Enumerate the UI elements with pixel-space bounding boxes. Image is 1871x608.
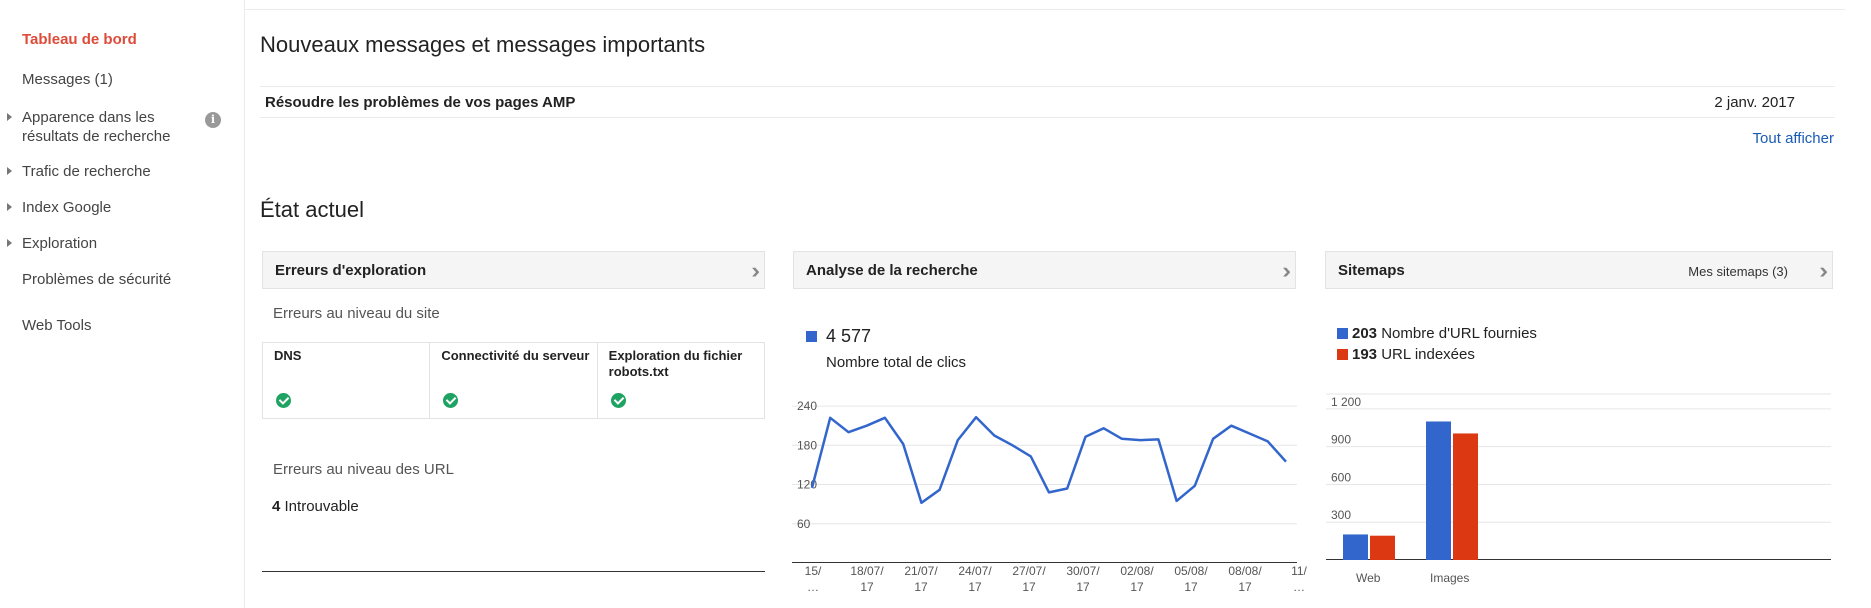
message-title[interactable]: Résoudre les problèmes de vos pages AMP: [265, 94, 575, 111]
x-tick-label: 18/07/ 17: [850, 564, 884, 594]
crawl-errors-card-header[interactable]: Erreurs d'exploration ››: [262, 251, 765, 289]
sidebar-item-web-tools[interactable]: Web Tools: [22, 316, 92, 335]
site-errors-table: DNS Connectivité du serveur Exploration …: [262, 342, 765, 419]
expand-arrow-icon: [7, 167, 12, 175]
site-level-errors-label: Erreurs au niveau du site: [273, 305, 440, 322]
sidebar-item-label: Index Google: [22, 199, 112, 216]
sitemap-bar: [1453, 433, 1478, 560]
indexed-count: 193: [1352, 346, 1378, 363]
search-analytics-card-header[interactable]: Analyse de la recherche ››: [793, 251, 1296, 289]
info-icon[interactable]: i: [205, 112, 221, 128]
sidebar-item-crawl[interactable]: Exploration: [7, 234, 98, 253]
double-chevron-right-icon[interactable]: ››: [751, 258, 759, 284]
sidebar-item-label: Apparence dans les résultats de recherch…: [22, 109, 171, 145]
double-chevron-right-icon[interactable]: ››: [1819, 258, 1827, 284]
y-tick-label: 600: [1331, 470, 1351, 484]
double-chevron-right-icon[interactable]: ››: [1282, 258, 1290, 284]
not-found-label: Introuvable: [284, 498, 359, 515]
clicks-legend-swatch: [806, 331, 817, 342]
total-clicks-label: Nombre total de clics: [826, 354, 967, 371]
y-tick-label: 240: [797, 399, 817, 413]
robots-fetch-cell[interactable]: Exploration du fichier robots.txt: [598, 343, 765, 418]
my-sitemaps-link[interactable]: Mes sitemaps (3): [1688, 264, 1788, 279]
top-divider: [245, 9, 1845, 10]
sitemap-bar: [1426, 421, 1451, 560]
indexed-legend-swatch: [1337, 349, 1348, 360]
check-circle-icon: [443, 393, 459, 408]
category-label: Web: [1356, 571, 1381, 585]
check-circle-icon: [610, 393, 626, 408]
url-level-errors-label: Erreurs au niveau des URL: [273, 461, 454, 478]
column-label: Exploration du fichier robots.txt: [608, 348, 743, 379]
indexed-legend: 193 URL indexées: [1352, 346, 1475, 363]
sidebar-item-search-appearance[interactable]: Apparence dans les résultats de recherch…: [7, 108, 192, 146]
sidebar-item-search-traffic[interactable]: Trafic de recherche: [7, 162, 151, 181]
sidebar-item-google-index[interactable]: Index Google: [7, 198, 112, 217]
card-title: Analyse de la recherche: [806, 262, 978, 279]
y-tick-label: 180: [797, 438, 817, 452]
sidebar-item-security-issues[interactable]: Problèmes de sécurité: [22, 270, 171, 289]
card-bottom-border: [262, 571, 765, 572]
expand-arrow-icon: [7, 239, 12, 247]
dns-status-cell[interactable]: DNS: [262, 343, 431, 418]
y-tick-label: 60: [797, 517, 811, 531]
sidebar-item-label: Exploration: [22, 235, 98, 252]
x-tick-label: 21/07/ 17: [904, 564, 938, 594]
sitemaps-card-header[interactable]: Sitemaps Mes sitemaps (3) ››: [1325, 251, 1833, 289]
see-all-link[interactable]: Tout afficher: [1753, 130, 1834, 147]
y-tick-label: 1 200: [1331, 395, 1361, 409]
column-label: DNS: [274, 348, 302, 363]
x-tick-label: 15/ …: [804, 564, 822, 594]
expand-arrow-icon: [7, 113, 12, 121]
sidebar-item-dashboard[interactable]: Tableau de bord: [22, 30, 137, 49]
sidebar-item-label: Trafic de recherche: [22, 163, 151, 180]
x-tick-label: 27/07/ 17: [1012, 564, 1046, 594]
sitemap-bar: [1343, 534, 1368, 560]
message-date: 2 janv. 2017: [1714, 94, 1795, 111]
x-tick-label: 11/ …: [1291, 564, 1307, 594]
submitted-count: 203: [1352, 325, 1378, 342]
y-tick-label: 900: [1331, 433, 1351, 447]
not-found-errors[interactable]: 4 Introuvable: [272, 498, 359, 515]
sidebar: Tableau de bord Messages (1) Apparence d…: [0, 0, 245, 608]
x-tick-label: 02/08/ 17: [1120, 564, 1154, 594]
expand-arrow-icon: [7, 203, 12, 211]
message-row[interactable]: Résoudre les problèmes de vos pages AMP …: [260, 86, 1835, 118]
submitted-label: Nombre d'URL fournies: [1381, 325, 1537, 342]
x-tick-label: 08/08/ 17: [1228, 564, 1262, 594]
x-tick-label: 30/07/ 17: [1066, 564, 1100, 594]
column-label: Connectivité du serveur: [441, 348, 590, 363]
category-label: Images: [1430, 571, 1470, 585]
sidebar-item-messages[interactable]: Messages (1): [22, 70, 113, 89]
total-clicks-value: 4 577: [826, 326, 872, 346]
messages-heading: Nouveaux messages et messages importants: [260, 32, 706, 57]
server-connectivity-cell[interactable]: Connectivité du serveur: [430, 343, 598, 418]
indexed-label: URL indexées: [1381, 346, 1475, 363]
y-tick-label: 300: [1331, 508, 1351, 522]
sitemap-bar: [1370, 535, 1395, 560]
submitted-legend: 203 Nombre d'URL fournies: [1352, 325, 1537, 342]
clicks-series-line: [810, 415, 1287, 505]
status-heading: État actuel: [260, 197, 364, 222]
x-tick-label: 05/08/ 17: [1174, 564, 1208, 594]
check-circle-icon: [276, 393, 291, 408]
sitemaps-bar-chart: 300 600 900 1 200: [1326, 393, 1831, 560]
clicks-line-chart: 60120180240: [792, 399, 1297, 563]
not-found-count: 4: [272, 498, 281, 515]
card-title: Erreurs d'exploration: [275, 262, 427, 279]
card-title: Sitemaps: [1338, 262, 1405, 279]
x-tick-label: 24/07/ 17: [958, 564, 992, 594]
submitted-legend-swatch: [1337, 328, 1348, 339]
